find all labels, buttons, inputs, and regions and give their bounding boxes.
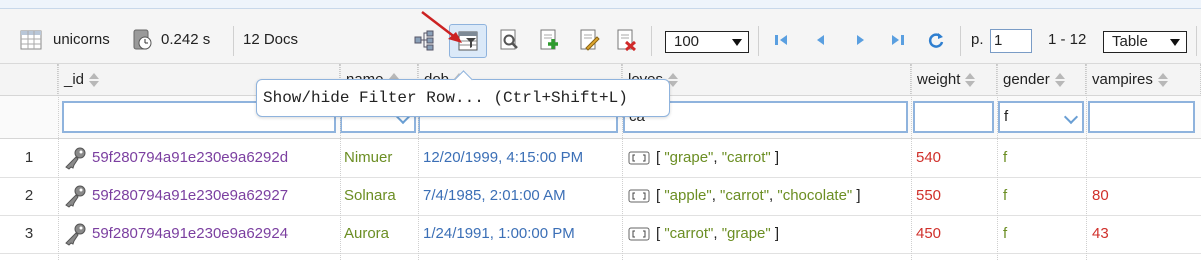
- next-page-icon[interactable]: [849, 29, 871, 51]
- collection-name: unicorns: [53, 31, 110, 48]
- array-bracket: ]: [770, 225, 780, 242]
- cell-weight[interactable]: 540: [916, 139, 997, 177]
- view-mode-select[interactable]: Table: [1103, 31, 1187, 53]
- cell-id[interactable]: 59f280794a91e230e9a62927: [62, 177, 340, 215]
- cell-row-number[interactable]: 2: [0, 177, 58, 215]
- key-icon: [65, 147, 86, 170]
- toolbar: unicorns 0.242 s 12 Docs 100 p. 1 1 - 12…: [0, 9, 1201, 64]
- annotation-arrow: [421, 11, 462, 43]
- document-id: 59f280794a91e230e9a6292d: [92, 149, 289, 166]
- add-document-icon[interactable]: [538, 29, 560, 51]
- row-number-header: [0, 64, 58, 96]
- array-comma: ,: [713, 149, 722, 166]
- cell-name[interactable]: Nimuer: [344, 139, 418, 177]
- cell-name[interactable]: Solnara: [344, 177, 418, 215]
- cell-row-number[interactable]: 1: [0, 139, 58, 177]
- array-item: "grape": [664, 149, 714, 166]
- cell-weight[interactable]: 450: [916, 215, 997, 253]
- separator: [1196, 26, 1197, 56]
- page-size-value: 100: [674, 33, 700, 50]
- table-icon: [20, 30, 42, 50]
- sort-icon: [1054, 73, 1065, 88]
- cell-vampires[interactable]: 43: [1092, 215, 1201, 253]
- column-header-vampires[interactable]: vampires: [1086, 64, 1201, 96]
- array-comma: ,: [711, 187, 721, 204]
- array-item: "chocolate": [777, 187, 853, 204]
- cell-row-number[interactable]: 3: [0, 215, 58, 253]
- view-mode-value: Table: [1112, 33, 1148, 50]
- sort-icon: [965, 73, 976, 88]
- separator: [960, 26, 961, 56]
- array-bracket: ]: [770, 149, 780, 166]
- column-header-weight[interactable]: weight: [911, 64, 997, 96]
- cell-id[interactable]: 59f280794a91e230e9a6292d: [62, 139, 340, 177]
- array-icon: [628, 151, 650, 165]
- top-strip: [0, 0, 1201, 9]
- array-icon: [628, 227, 650, 241]
- column-divider: [911, 64, 913, 260]
- cell-loves[interactable]: [ "carrot", "grape" ]: [628, 215, 911, 253]
- sort-icon: [89, 73, 100, 88]
- filter-input-vampires[interactable]: [1088, 101, 1195, 133]
- filter-input-weight[interactable]: [913, 101, 994, 133]
- separator: [233, 26, 234, 56]
- page-size-select[interactable]: 100: [665, 31, 749, 53]
- cell-name[interactable]: Aurora: [344, 215, 418, 253]
- document-id: 59f280794a91e230e9a62924: [92, 225, 289, 242]
- column-divider: [997, 64, 999, 260]
- column-divider: [1086, 64, 1088, 260]
- page-label: p.: [971, 31, 984, 48]
- column-divider: [58, 64, 60, 260]
- cell-gender[interactable]: f: [1003, 177, 1086, 215]
- first-page-icon[interactable]: [771, 29, 793, 51]
- filter-select-gender[interactable]: f: [998, 101, 1084, 133]
- cell-dob[interactable]: 7/4/1985, 2:01:00 AM: [423, 177, 622, 215]
- clock-icon: [133, 29, 152, 50]
- table-row[interactable]: 3 59f280794a91e230e9a62924 Aurora 1/24/1991…: [0, 215, 1201, 254]
- cell-vampires[interactable]: [1092, 139, 1201, 177]
- doc-range: 1 - 12: [1048, 31, 1087, 48]
- table-row[interactable]: 2 59f280794a91e230e9a62927 Solnara 7/4/1985…: [0, 177, 1201, 216]
- document-id: 59f280794a91e230e9a62927: [92, 187, 289, 204]
- cell-vampires[interactable]: 80: [1092, 177, 1201, 215]
- page-number-input[interactable]: 1: [990, 29, 1032, 53]
- array-item: "carrot": [721, 149, 771, 166]
- array-comma: ,: [713, 225, 722, 242]
- separator: [651, 26, 652, 56]
- array-item: "apple": [664, 187, 712, 204]
- key-icon: [65, 185, 86, 208]
- cell-dob[interactable]: 12/20/1999, 4:15:00 PM: [423, 139, 622, 177]
- cell-loves[interactable]: [ "grape", "carrot" ]: [628, 139, 911, 177]
- column-header-gender[interactable]: gender: [997, 64, 1086, 96]
- array-bracket: ]: [852, 187, 861, 204]
- prev-page-icon[interactable]: [810, 29, 832, 51]
- delete-document-icon[interactable]: [615, 29, 637, 51]
- array-item: "carrot": [664, 225, 714, 242]
- cell-gender[interactable]: f: [1003, 139, 1086, 177]
- doc-count: 12 Docs: [243, 31, 299, 48]
- last-page-icon[interactable]: [886, 29, 908, 51]
- query-time: 0.242 s: [161, 31, 211, 48]
- array-icon: [628, 189, 650, 203]
- array-item: "grape": [721, 225, 771, 242]
- cell-weight[interactable]: 550: [916, 177, 997, 215]
- cell-dob[interactable]: 1/24/1991, 1:00:00 PM: [423, 215, 622, 253]
- cell-loves[interactable]: [ "apple", "carrot", "chocolate" ]: [628, 177, 911, 215]
- key-icon: [65, 223, 86, 246]
- separator: [758, 26, 759, 56]
- query-icon[interactable]: [498, 29, 520, 51]
- sort-icon: [1157, 73, 1168, 88]
- cell-id[interactable]: 59f280794a91e230e9a62924: [62, 215, 340, 253]
- table-row[interactable]: 1 59f280794a91e230e9a6292d Nimuer 12/20/199…: [0, 139, 1201, 178]
- array-item: "carrot": [720, 187, 770, 204]
- cell-gender[interactable]: f: [1003, 215, 1086, 253]
- refresh-icon[interactable]: [925, 29, 947, 51]
- edit-document-icon[interactable]: [578, 29, 600, 51]
- filter-row-tooltip: Show/hide Filter Row... (Ctrl+Shift+L): [256, 70, 670, 117]
